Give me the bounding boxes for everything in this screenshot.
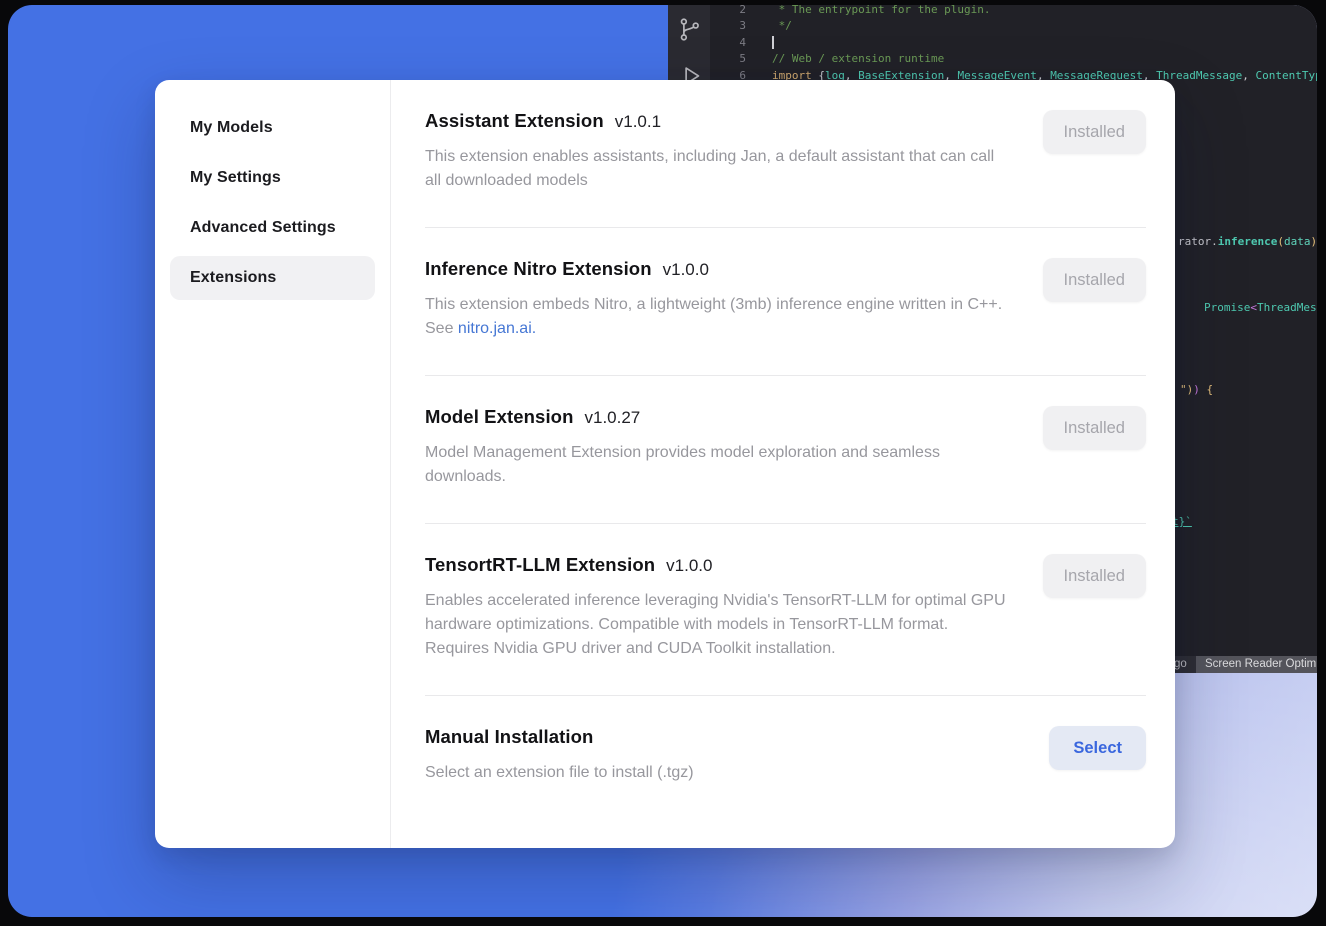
code-token: . xyxy=(1211,235,1218,248)
code-token: ThreadMessage xyxy=(1156,69,1242,82)
description-text: Select an extension file to install (.tg… xyxy=(425,764,694,781)
extension-row: Inference Nitro Extension v1.0.0 This exte… xyxy=(425,228,1146,376)
sidebar-item-advanced-settings[interactable]: Advanced Settings xyxy=(170,206,375,250)
source-control-icon[interactable] xyxy=(676,16,703,43)
text-cursor xyxy=(772,36,774,49)
code-line: 2 * The entrypoint for the plugin. xyxy=(710,5,1317,18)
extension-version: v1.0.0 xyxy=(666,556,712,576)
code-token: " xyxy=(1180,383,1187,396)
extension-version: v1.0.0 xyxy=(663,260,709,280)
status-bar-text: go xyxy=(1174,658,1187,670)
extension-description: This extension enables assistants, inclu… xyxy=(425,145,1010,193)
extension-description: Select an extension file to install (.tg… xyxy=(425,761,1010,785)
installed-button[interactable]: Installed xyxy=(1043,110,1146,154)
extension-row: Manual Installation Select an extension f… xyxy=(425,696,1146,819)
code-fragment: rator.inference(data)); xyxy=(1178,235,1317,249)
extension-info: Manual Installation Select an extension f… xyxy=(425,726,1010,785)
extension-info: Model Extension v1.0.27 Model Management E… xyxy=(425,406,1010,489)
desktop-window: 2 * The entrypoint for the plugin.3 */45… xyxy=(8,5,1317,917)
code-token: ( xyxy=(1277,235,1284,248)
extension-row: Model Extension v1.0.27 Model Management E… xyxy=(425,376,1146,524)
extensions-list: Assistant Extension v1.0.1 This extension … xyxy=(391,80,1175,848)
description-text: Model Management Extension provides mode… xyxy=(425,444,940,485)
extension-title: Manual Installation xyxy=(425,726,593,748)
code-token: */ xyxy=(772,19,792,32)
code-fragment: Promise<ThreadMessage> xyxy=(1204,301,1317,315)
sidebar-item-my-models[interactable]: My Models xyxy=(170,106,375,150)
code-fragment: ")) { xyxy=(1180,383,1213,397)
extension-title: Assistant Extension xyxy=(425,110,604,132)
code-line: 4 xyxy=(710,35,1317,51)
extension-row: TensortRT-LLM Extension v1.0.0 Enables acc… xyxy=(425,524,1146,696)
select-file-button[interactable]: Select xyxy=(1049,726,1146,770)
extension-description: This extension embeds Nitro, a lightweig… xyxy=(425,293,1010,341)
line-number: 5 xyxy=(710,51,746,67)
code-token: * The entrypoint for the plugin. xyxy=(772,5,991,16)
extension-info: TensortRT-LLM Extension v1.0.0 Enables acc… xyxy=(425,554,1010,661)
extension-version: v1.0.27 xyxy=(585,408,641,428)
extension-info: Inference Nitro Extension v1.0.0 This exte… xyxy=(425,258,1010,341)
extension-row: Assistant Extension v1.0.1 This extension … xyxy=(425,80,1146,228)
code-line: 3 */ xyxy=(710,18,1317,34)
code-line: 5 // Web / extension runtime xyxy=(710,51,1317,67)
code-token: ContentType xyxy=(1256,69,1318,82)
settings-sidebar: My Models My Settings Advanced Settings Ext… xyxy=(155,80,391,848)
description-text: Enables accelerated inference leveraging… xyxy=(425,592,1006,657)
code-token: , xyxy=(1242,69,1255,82)
sidebar-item-extensions[interactable]: Extensions xyxy=(170,256,375,300)
code-token: { xyxy=(1207,383,1214,396)
line-number: 4 xyxy=(710,35,746,51)
code-token: ) xyxy=(1193,383,1206,396)
installed-button[interactable]: Installed xyxy=(1043,554,1146,598)
installed-button[interactable]: Installed xyxy=(1043,258,1146,302)
extension-title: Model Extension xyxy=(425,406,574,428)
sidebar-item-my-settings[interactable]: My Settings xyxy=(170,156,375,200)
screenshot-stage: 2 * The entrypoint for the plugin.3 */45… xyxy=(0,0,1326,926)
code-token: < xyxy=(1250,301,1257,314)
extension-info: Assistant Extension v1.0.1 This extension … xyxy=(425,110,1010,193)
settings-modal: My Models My Settings Advanced Settings Ext… xyxy=(155,80,1175,848)
line-number: 3 xyxy=(710,18,746,34)
extension-title: TensortRT-LLM Extension xyxy=(425,554,655,576)
code-token: data xyxy=(1284,235,1311,248)
code-token: rator xyxy=(1178,235,1211,248)
installed-button[interactable]: Installed xyxy=(1043,406,1146,450)
line-number: 2 xyxy=(710,5,746,18)
extension-title: Inference Nitro Extension xyxy=(425,258,652,280)
screen-reader-optimized-badge[interactable]: Screen Reader Optimized xyxy=(1196,656,1317,673)
code-token: inference xyxy=(1218,235,1278,248)
code-token: // Web / extension runtime xyxy=(772,52,944,65)
description-text: This extension enables assistants, inclu… xyxy=(425,148,994,189)
extension-description: Enables accelerated inference leveraging… xyxy=(425,589,1010,661)
code-token: ThreadMessage xyxy=(1257,301,1317,314)
extension-description: Model Management Extension provides mode… xyxy=(425,441,1010,489)
extension-version: v1.0.1 xyxy=(615,112,661,132)
description-link[interactable]: nitro.jan.ai. xyxy=(458,320,536,337)
code-token: Promise xyxy=(1204,301,1250,314)
